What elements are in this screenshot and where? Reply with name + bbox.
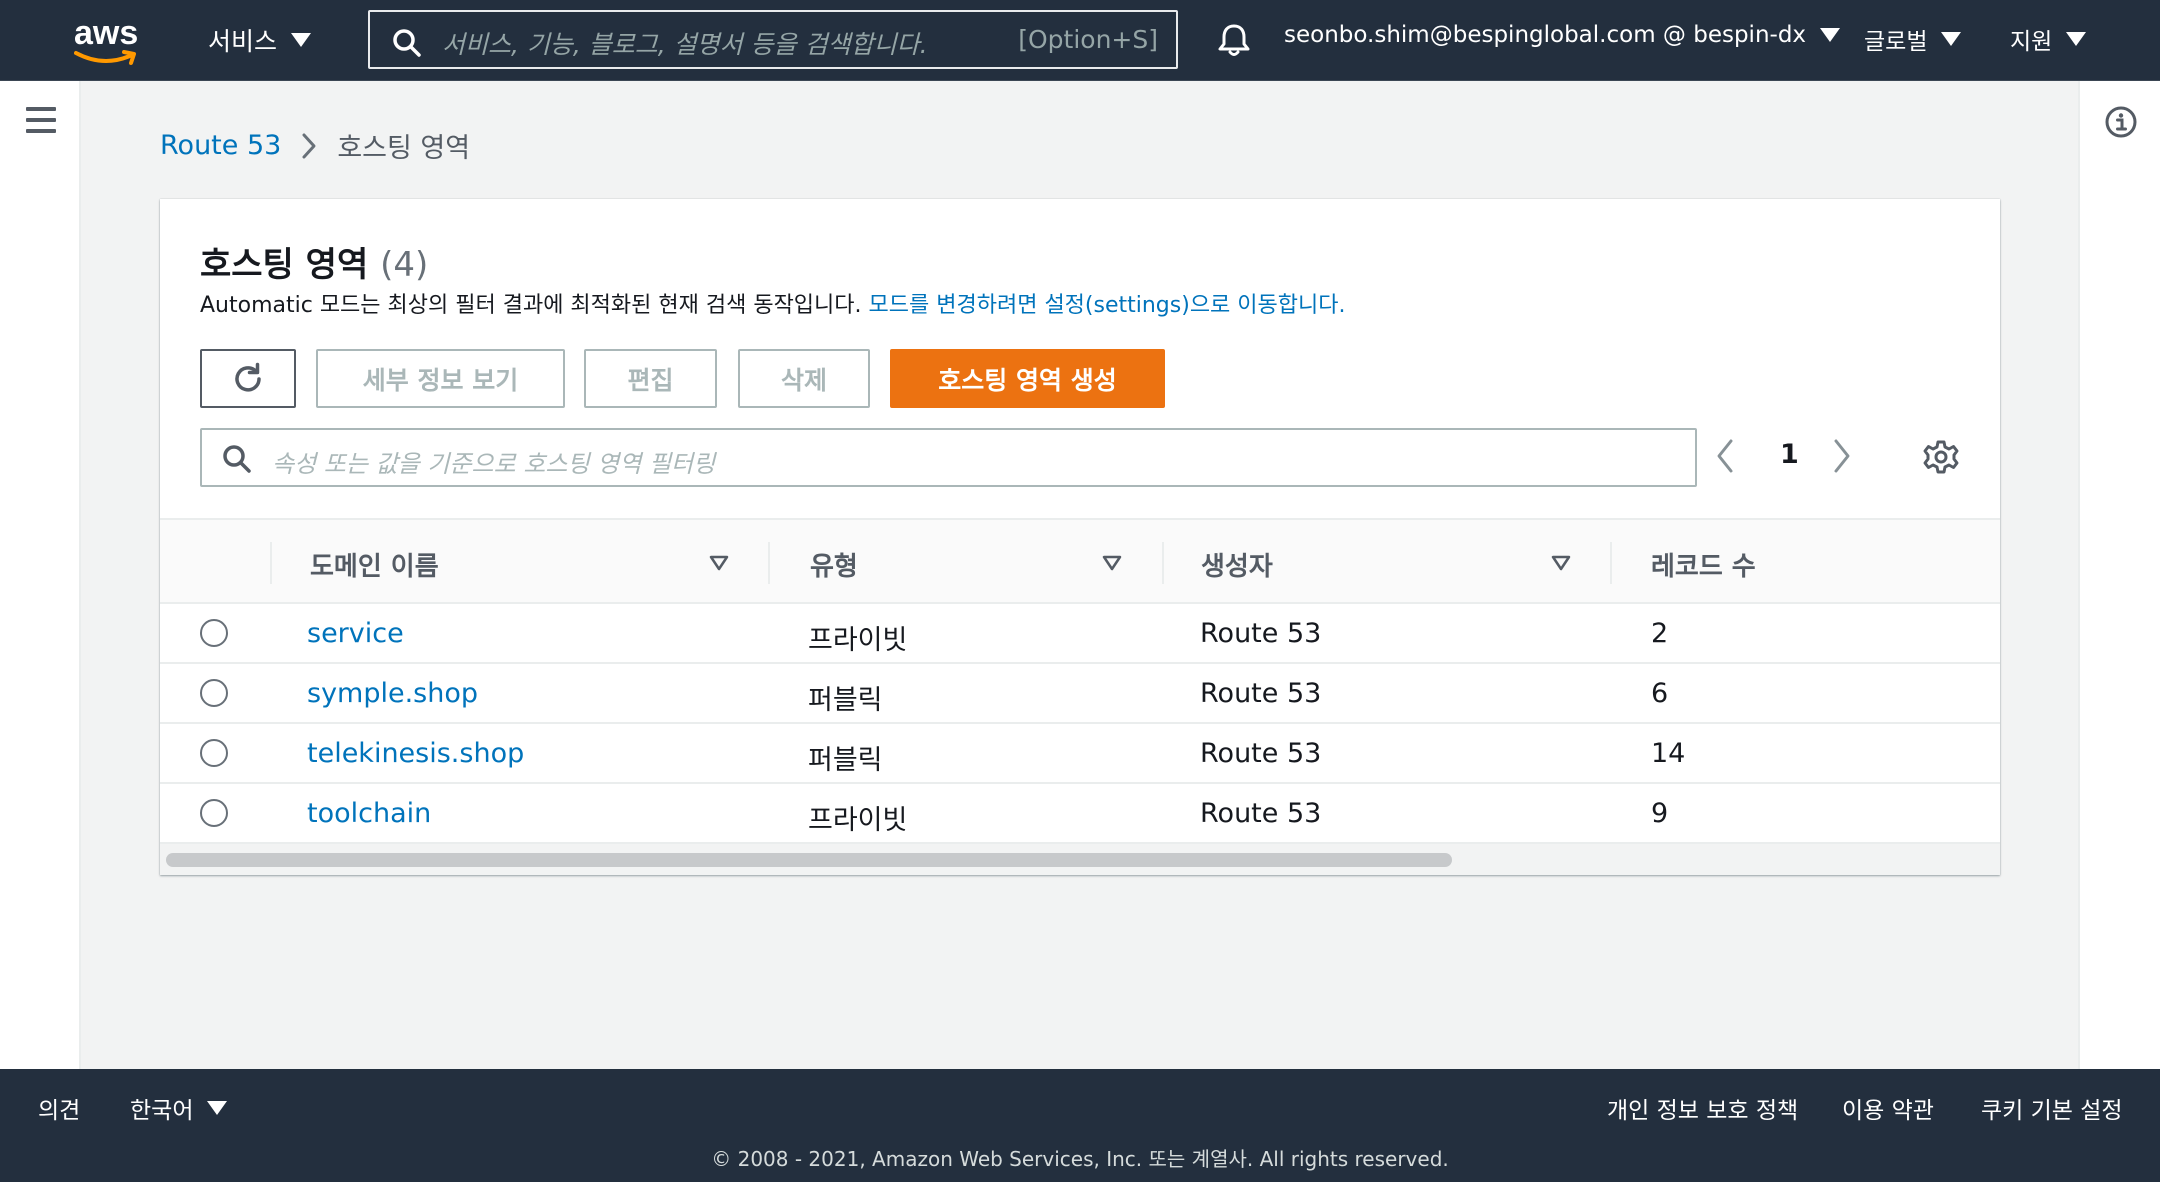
services-menu[interactable]: 서비스 (208, 22, 312, 58)
created-by: Route 53 (1200, 678, 1322, 709)
column-divider (1610, 542, 1612, 584)
domain-name-link[interactable]: toolchain (307, 798, 431, 829)
terms-link[interactable]: 이용 약관 (1842, 1091, 1934, 1125)
created-by: Route 53 (1200, 618, 1322, 649)
refresh-button[interactable] (200, 349, 296, 408)
region-menu[interactable]: 글로벌 (1864, 22, 1962, 56)
cookie-preferences-link[interactable]: 쿠키 기본 설정 (1981, 1091, 2123, 1125)
edit-button[interactable]: 편집 (584, 349, 717, 408)
panel-description-text: Automatic 모드는 최상의 필터 결과에 최적화된 현재 검색 동작입니… (200, 293, 862, 318)
created-by: Route 53 (1200, 738, 1322, 769)
sort-triangle-icon[interactable] (708, 554, 730, 572)
breadcrumb-route53-link[interactable]: Route 53 (160, 130, 281, 161)
table-row[interactable]: symple.shop 퍼블릭 Route 53 6 (160, 664, 2000, 724)
domain-name-link[interactable]: telekinesis.shop (307, 738, 524, 769)
bell-icon[interactable] (1216, 22, 1252, 58)
language-selector[interactable]: 한국어 (130, 1091, 228, 1125)
panel-description: Automatic 모드는 최상의 필터 결과에 최적화된 현재 검색 동작입니… (200, 287, 1345, 319)
column-divider (1162, 542, 1164, 584)
settings-link[interactable]: 모드를 변경하려면 설정(settings)으로 이동합니다. (869, 293, 1346, 318)
zone-type: 퍼블릭 (808, 685, 883, 716)
column-divider (270, 542, 272, 584)
create-hosted-zone-button[interactable]: 호스팅 영역 생성 (890, 349, 1165, 408)
panel-title: 호스팅 영역 (4) (200, 237, 428, 286)
global-search[interactable]: 서비스, 기능, 블로그, 설명서 등을 검색합니다. [Option+S] (368, 10, 1178, 69)
copyright-text: © 2008 - 2021, Amazon Web Services, Inc.… (711, 1147, 1449, 1171)
row-select-radio[interactable] (200, 739, 228, 767)
hosted-zones-panel: 호스팅 영역 (4) Automatic 모드는 최상의 필터 결과에 최적화된… (160, 199, 2000, 875)
account-label: seonbo.shim@bespinglobal.com @ bespin-dx (1284, 22, 1807, 48)
delete-button[interactable]: 삭제 (738, 349, 870, 408)
caret-down-icon (1820, 28, 1841, 42)
zone-type: 퍼블릭 (808, 745, 883, 776)
chevron-right-icon (302, 133, 316, 158)
support-label: 지원 (2010, 29, 2053, 55)
row-select-radio[interactable] (200, 619, 228, 647)
table-row[interactable]: service 프라이빗 Route 53 2 (160, 604, 2000, 664)
right-tools-rail (2078, 81, 2160, 1069)
record-count: 6 (1651, 678, 1669, 709)
row-select-radio[interactable] (200, 679, 228, 707)
hosted-zone-filter-input[interactable]: 속성 또는 값을 기준으로 호스팅 영역 필터링 (200, 428, 1697, 487)
horizontal-scrollbar[interactable] (160, 842, 2000, 875)
record-count: 14 (1651, 738, 1686, 769)
view-details-button[interactable]: 세부 정보 보기 (316, 349, 565, 408)
zone-type: 프라이빗 (808, 805, 908, 836)
sort-triangle-icon[interactable] (1101, 554, 1123, 572)
aws-logo[interactable]: aws (72, 14, 142, 66)
gear-icon[interactable] (1923, 439, 1959, 475)
sort-triangle-icon[interactable] (1550, 554, 1572, 572)
refresh-icon (235, 362, 261, 392)
caret-down-icon (291, 33, 312, 47)
panel-count: (4) (380, 245, 429, 285)
breadcrumb-current: 호스팅 영역 (337, 133, 471, 164)
horizontal-scrollbar-thumb[interactable] (166, 853, 1452, 867)
record-count: 9 (1651, 798, 1669, 829)
breadcrumb: Route 53 호스팅 영역 (160, 126, 470, 165)
search-shortcut-hint: [Option+S] (1018, 25, 1158, 54)
filter-placeholder: 속성 또는 값을 기준으로 호스팅 영역 필터링 (272, 450, 716, 478)
column-divider (768, 542, 770, 584)
column-header-record-count[interactable]: 레코드 수 (1651, 546, 1756, 583)
support-menu[interactable]: 지원 (2010, 22, 2087, 56)
record-count: 2 (1651, 618, 1669, 649)
created-by: Route 53 (1200, 798, 1322, 829)
column-header-created-by[interactable]: 생성자 (1201, 546, 1273, 583)
aws-smile-icon (74, 50, 136, 65)
top-navigation: aws 서비스 서비스, 기능, 블로그, 설명서 등을 검색합니다. [Opt… (0, 0, 2160, 81)
domain-name-link[interactable]: symple.shop (307, 678, 478, 709)
pagination-current-page[interactable]: 1 (1780, 439, 1799, 470)
privacy-policy-link[interactable]: 개인 정보 보호 정책 (1607, 1091, 1798, 1125)
caret-down-icon (207, 1101, 228, 1115)
zone-type: 프라이빗 (808, 625, 908, 656)
services-label: 서비스 (208, 27, 278, 56)
hamburger-icon[interactable] (26, 107, 56, 133)
language-label: 한국어 (130, 1098, 194, 1124)
info-icon[interactable] (2104, 105, 2138, 139)
column-header-type[interactable]: 유형 (810, 546, 858, 583)
panel-title-text: 호스팅 영역 (200, 245, 369, 285)
table-row[interactable]: telekinesis.shop 퍼블릭 Route 53 14 (160, 724, 2000, 784)
region-label: 글로벌 (1864, 29, 1928, 55)
chevron-left-icon[interactable] (1713, 435, 1737, 477)
row-select-radio[interactable] (200, 799, 228, 827)
search-icon (223, 445, 251, 473)
search-icon (393, 29, 421, 57)
feedback-link[interactable]: 의견 (38, 1091, 80, 1125)
footer: 의견 한국어 개인 정보 보호 정책 이용 약관 쿠키 기본 설정 © 2008… (0, 1069, 2160, 1182)
domain-name-link[interactable]: service (307, 618, 404, 649)
left-navigation-rail (0, 81, 81, 1069)
aws-wordmark: aws (74, 14, 139, 52)
caret-down-icon (2066, 32, 2087, 46)
search-placeholder: 서비스, 기능, 블로그, 설명서 등을 검색합니다. (442, 30, 928, 59)
column-header-domain[interactable]: 도메인 이름 (310, 546, 439, 583)
caret-down-icon (1941, 32, 1962, 46)
table-row[interactable]: toolchain 프라이빗 Route 53 9 (160, 784, 2000, 844)
chevron-right-icon[interactable] (1830, 435, 1854, 477)
account-menu[interactable]: seonbo.shim@bespinglobal.com @ bespin-dx (1284, 22, 1841, 48)
table-header: 도메인 이름 유형 생성자 레코드 수 (160, 518, 2000, 604)
